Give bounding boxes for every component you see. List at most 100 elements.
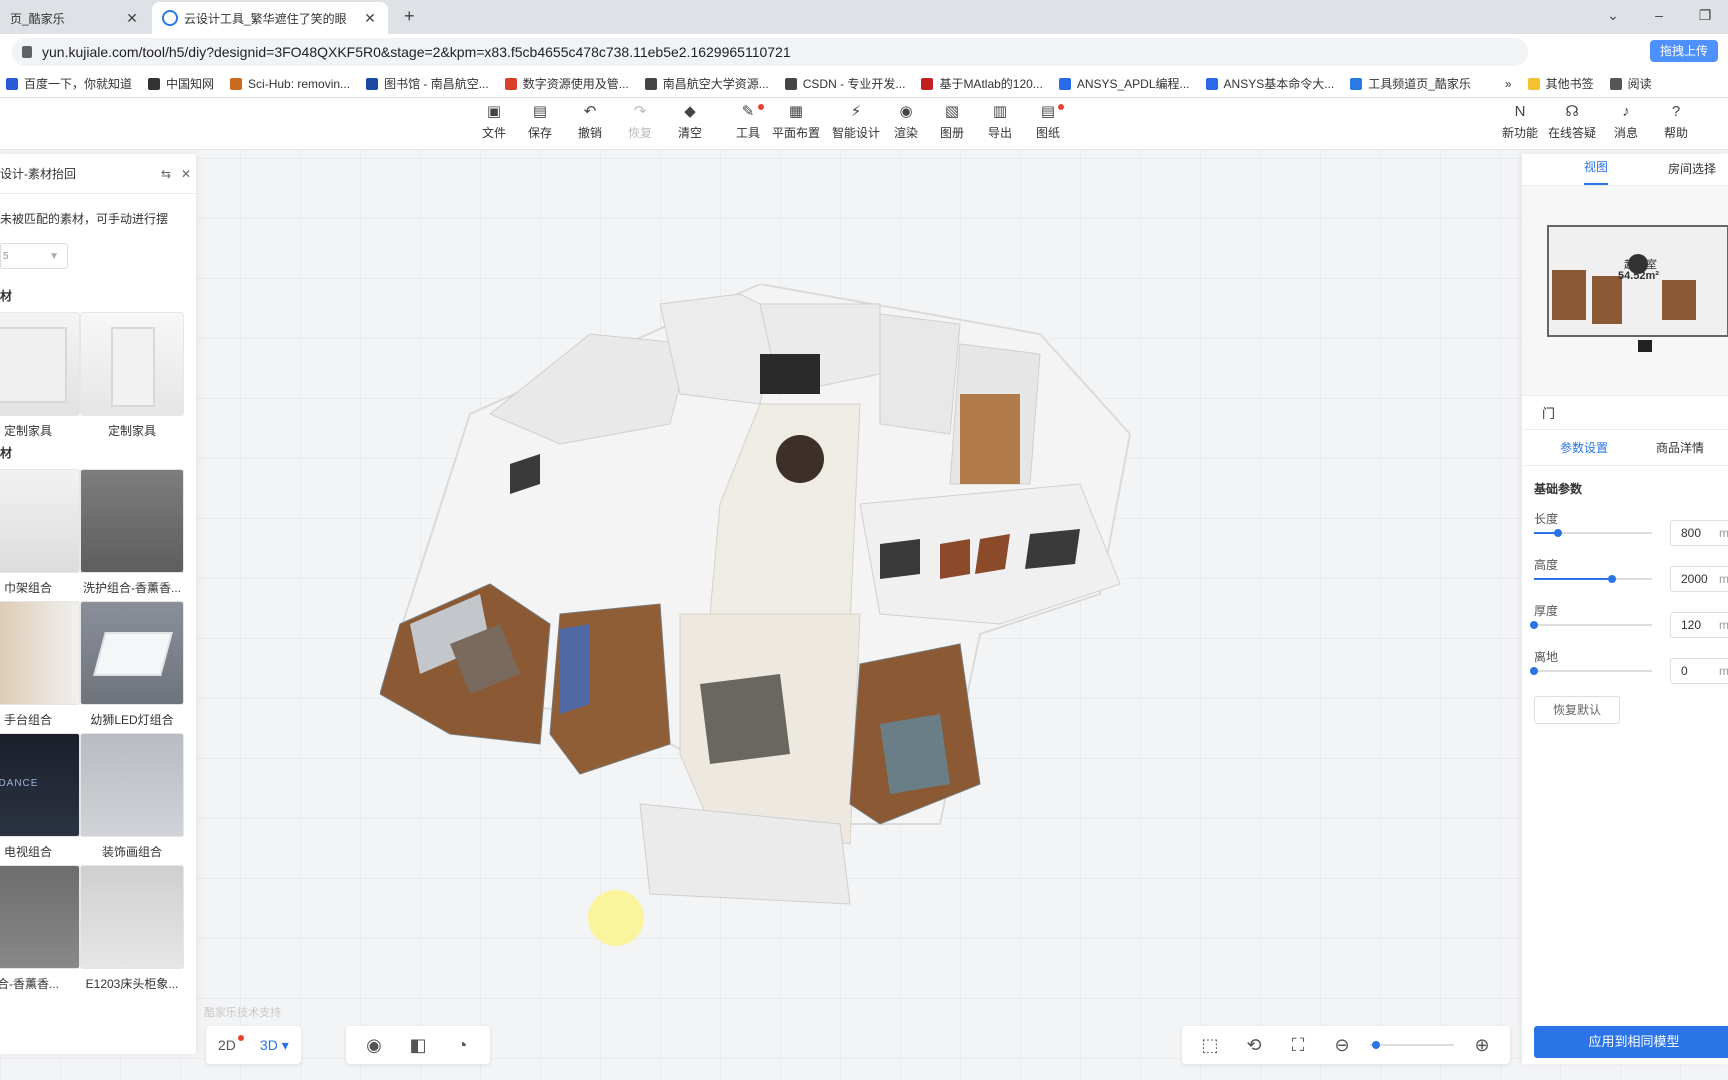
bookmark-item[interactable]: » [1486, 77, 1512, 91]
bookmark-item[interactable]: 图书馆 - 南昌航空... [366, 75, 489, 92]
chevron-down-icon: ▼ [49, 250, 59, 262]
toolbar-item[interactable]: ▣ 文件 [468, 104, 520, 141]
wrench-icon: ✎ [741, 103, 755, 120]
zoom-in-icon[interactable]: ⊕ [1460, 1035, 1504, 1056]
zoom-slider[interactable] [1370, 1041, 1454, 1049]
toolbar-right-item[interactable]: ☊ 在线答疑 [1544, 104, 1600, 141]
zoom-slider-knob[interactable] [1372, 1041, 1380, 1049]
bookmark-item[interactable]: 工具频道页_酷家乐 [1350, 75, 1471, 92]
url-field[interactable]: yun.kujiale.com/tool/h5/diy?designid=3FO… [12, 38, 1528, 66]
toolbar-right-item[interactable]: ? 帮助 [1648, 104, 1704, 141]
bookmark-item[interactable]: 基于MAtlab的120... [921, 75, 1043, 92]
view-2d-button[interactable]: 2D [206, 1035, 248, 1053]
list-item[interactable]: 定制家具 [0, 312, 80, 438]
slider-knob[interactable] [1553, 529, 1562, 537]
rotate-view-icon[interactable]: ⟲ [1232, 1035, 1276, 1056]
eye-icon[interactable]: ◉ [352, 1035, 396, 1056]
bookmark-item[interactable]: ANSYS基本命令大... [1205, 75, 1334, 92]
toolbar-item[interactable]: ↷ 恢复 [614, 104, 666, 141]
tab-product-detail[interactable]: 商品洋情 [1656, 439, 1704, 456]
bookmark-icon [644, 77, 657, 90]
browser-tab-active[interactable]: 云设计工具_繁华遮住了笑的眼 ✕ [152, 2, 388, 34]
param-value-input[interactable]: 0m [1670, 658, 1728, 684]
bookmark-item[interactable]: 阅读 [1609, 75, 1652, 92]
toolbar-item[interactable]: ▧ 图册 [926, 104, 978, 141]
bookmark-label: 基于MAtlab的120... [939, 77, 1043, 91]
slider-knob[interactable] [1607, 575, 1616, 583]
list-item[interactable]: E1203床头柜象... [80, 865, 184, 991]
toolbar-item[interactable]: ◉ 渲染 [880, 104, 932, 141]
param-slider[interactable] [1530, 667, 1652, 675]
slider-knob[interactable] [1530, 621, 1538, 629]
bookmark-item[interactable]: 百度一下，你就知道 [6, 75, 132, 92]
list-item[interactable]: 巾架组合 [0, 469, 80, 595]
gauge-icon[interactable]: ◔ [440, 1035, 484, 1056]
chevron-down-icon[interactable]: ⌄ [1590, 0, 1636, 34]
panel-title: 设计-素材抬回 [0, 167, 76, 181]
toolbar-item[interactable]: ✎ 工具 [722, 104, 774, 141]
toolbar-item[interactable]: ▤ 图纸 [1022, 104, 1074, 141]
category-select[interactable]: 5 ▼ [0, 243, 68, 269]
minimap[interactable]: 起居室 54.52m² [1522, 186, 1728, 396]
bookmarks-bar: 百度一下，你就知道 中国知网 Sci-Hub: removin... 图书馆 - 南昌… [0, 70, 1728, 98]
tab-room-select[interactable]: 房间选择 [1668, 160, 1716, 185]
upload-button[interactable]: 拖拽上传 [1649, 40, 1718, 62]
minimize-icon[interactable]: – [1636, 0, 1682, 34]
bookmark-label: 阅读 [1627, 77, 1652, 91]
view-tools: ◉ ◧ ◔ [346, 1026, 490, 1064]
item-caption: 巾架组合 [3, 581, 52, 595]
toolbar-item[interactable]: ▥ 导出 [974, 104, 1026, 141]
param-unit: m [1719, 572, 1728, 586]
list-item[interactable]: 合-香薰香... [0, 865, 80, 991]
collapse-icon[interactable]: ⇆ [156, 167, 176, 181]
zoom-out-icon[interactable]: ⊖ [1320, 1035, 1364, 1056]
list-item[interactable]: 洗护组合-香薰香... [80, 469, 184, 595]
toolbar-item[interactable]: ⚡ 智能设计 [830, 104, 882, 141]
bookmark-item[interactable]: CSDN - 专业开发... [784, 75, 905, 92]
close-icon[interactable]: ✕ [362, 10, 378, 27]
restore-icon[interactable]: ❐ [1682, 0, 1728, 34]
toolbar-item[interactable]: ↶ 撤销 [564, 104, 616, 141]
list-item[interactable]: KIDANCE 电视组合 [0, 733, 80, 859]
param-slider[interactable] [1534, 575, 1652, 583]
bookmark-item[interactable]: 南昌航空大学资源... [644, 75, 769, 92]
toolbar-right-item[interactable]: N 新功能 [1492, 104, 1548, 141]
new-tab-button[interactable]: + [404, 6, 415, 27]
toolbar-item[interactable]: ▤ 保存 [514, 104, 566, 141]
list-item[interactable]: 手台组合 [0, 601, 80, 727]
list-item[interactable]: 定制家具 [80, 312, 184, 438]
fit-view-icon[interactable]: ⬚ [1188, 1035, 1232, 1056]
param-value-input[interactable]: 120 m [1670, 612, 1728, 638]
toolbar-item[interactable]: ◆ 清空 [664, 104, 716, 141]
close-icon[interactable]: ✕ [124, 10, 140, 27]
floorplan-3d-view[interactable] [380, 284, 1240, 924]
bookmark-item[interactable]: ANSYS_APDL编程... [1058, 75, 1190, 92]
close-icon[interactable]: ✕ [176, 167, 196, 181]
apply-same-model-button[interactable]: 应用到相同模型 [1534, 1026, 1728, 1058]
restore-default-button[interactable]: 恢复默认 [1534, 696, 1620, 724]
param-slider[interactable] [1534, 529, 1652, 537]
tab-view[interactable]: 视图 [1584, 158, 1609, 185]
list-item[interactable]: 装饰画组合 [80, 733, 184, 859]
cube-icon[interactable]: ◧ [396, 1035, 440, 1056]
toolbar-right-item[interactable]: ♪ 消息 [1598, 104, 1654, 141]
album-icon: ▧ [944, 103, 960, 120]
bookmark-item[interactable]: 其他书签 [1527, 75, 1594, 92]
param-unit: m [1719, 526, 1728, 540]
bookmark-item[interactable]: 中国知网 [148, 75, 214, 92]
bookmark-item[interactable]: Sci-Hub: removin... [230, 77, 350, 91]
fullscreen-icon[interactable]: ⛶ [1276, 1035, 1320, 1056]
bell-icon: ♪ [1622, 103, 1630, 120]
tab-params[interactable]: 参数设置 [1560, 439, 1608, 456]
view-3d-button[interactable]: 3D ▾ [248, 1037, 301, 1054]
param-slider[interactable] [1530, 621, 1652, 629]
toolbar-item[interactable]: ▦ 平面布置 [770, 104, 822, 141]
param-value-input[interactable]: 800 m [1670, 520, 1728, 546]
browser-tab[interactable]: 页_酷家乐 ✕ [0, 2, 150, 34]
list-item[interactable]: 幼狮LED灯组合 [80, 601, 184, 727]
panel-description: 未被匹配的素材，可手动进行摆 [0, 212, 169, 226]
slider-knob[interactable] [1530, 667, 1538, 675]
bookmark-item[interactable]: 数字资源使用及管... [504, 75, 629, 92]
param-value-input[interactable]: 2000 m [1670, 566, 1728, 592]
toolbar-item-label: 保存 [527, 126, 552, 140]
